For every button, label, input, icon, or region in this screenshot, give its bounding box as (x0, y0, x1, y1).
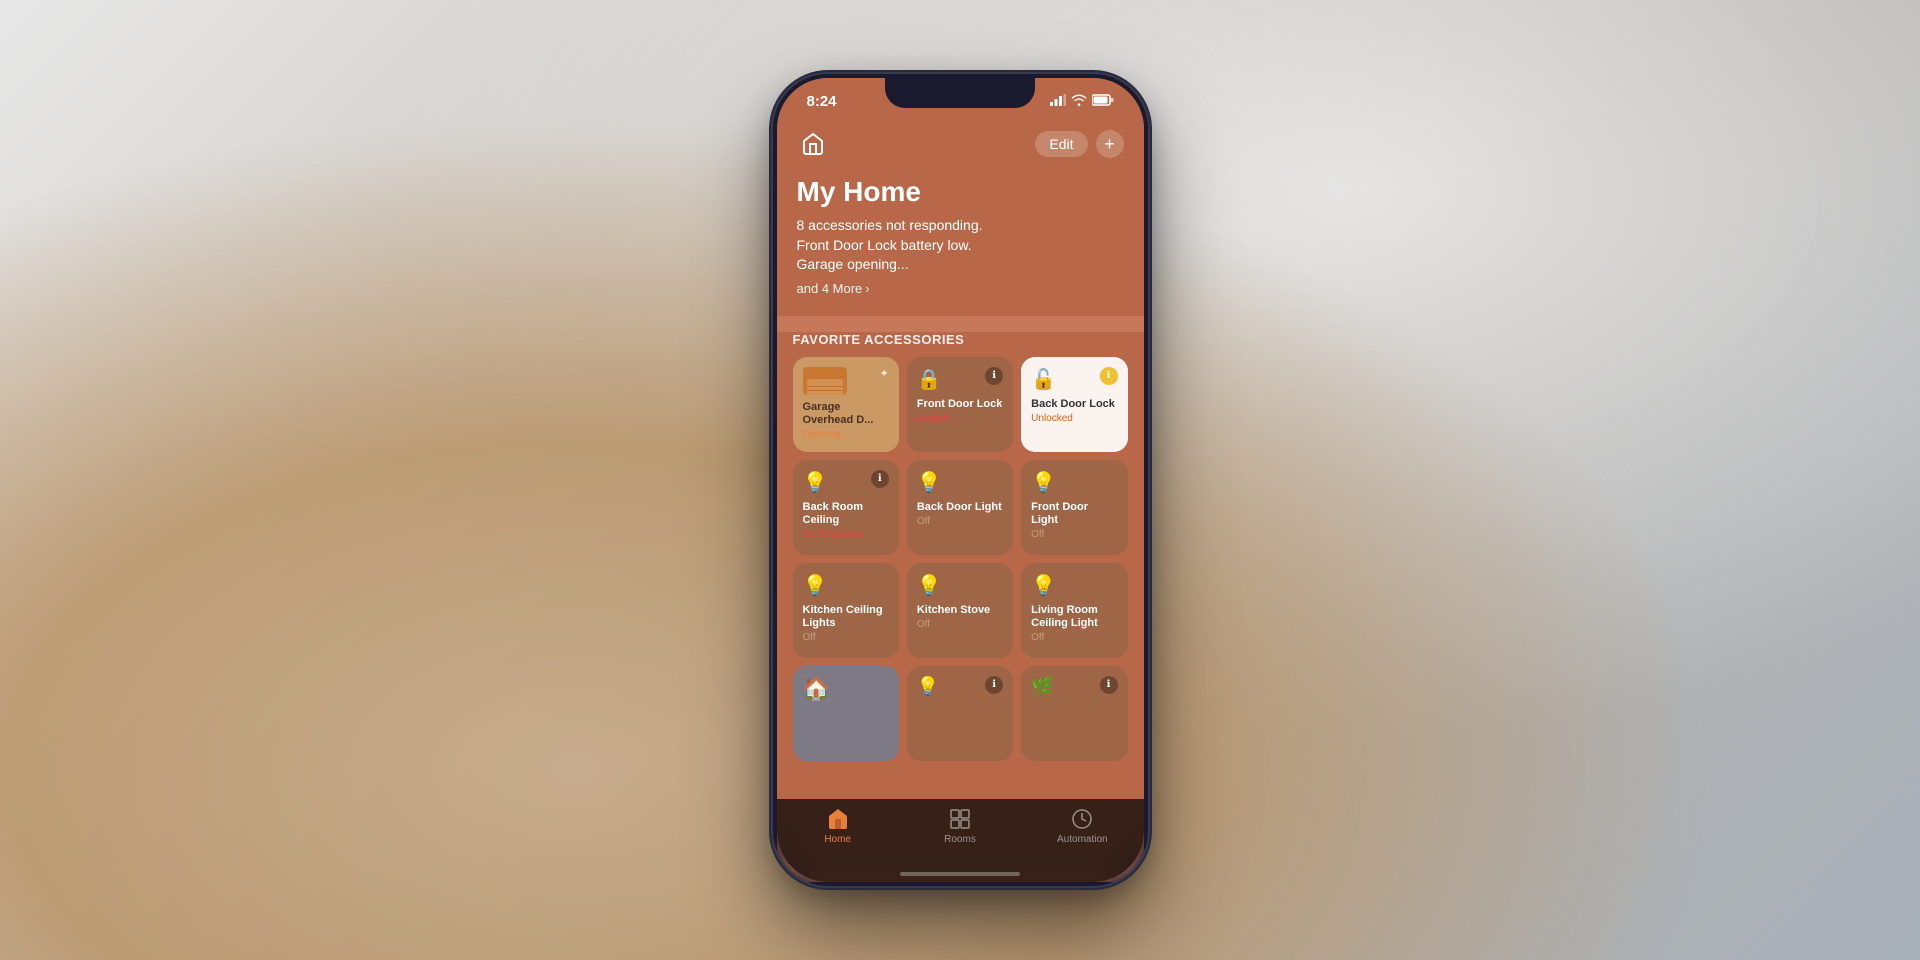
main-content: Favorite Accessories ✦ Gar (777, 332, 1144, 871)
tile-back-door-light[interactable]: 💡 Back Door Light Off (907, 460, 1013, 555)
accessories-row-4-partial: 🏠 💡 ℹ 🌿 ℹ (793, 666, 1128, 761)
tile-back-door-lock[interactable]: 🔓 ℹ Back Door Lock Unlocked (1021, 357, 1127, 452)
tile-kitchen-stove[interactable]: 💡 Kitchen Stove Off (907, 563, 1013, 658)
status-time: 8:24 (807, 93, 837, 110)
phone-screen: 8:24 (777, 78, 1144, 882)
alert-text: 8 accessories not responding. Front Door… (797, 216, 1124, 275)
notch (885, 78, 1035, 108)
scroll-content: Edit + My Home 8 accessories not respond… (777, 78, 1144, 882)
tab-rooms[interactable]: Rooms (899, 807, 1021, 845)
tile-front-door-lock-name: Front Door Lock (917, 398, 1003, 411)
tile-front-door-lock[interactable]: 🔒 ℹ Front Door Lock Locked (907, 357, 1013, 452)
alert-line-3: Garage opening... (797, 255, 1124, 275)
tile-partial-2[interactable]: 💡 ℹ (907, 666, 1013, 761)
tile-back-room-ceiling[interactable]: 💡 ℹ Back Room Ceiling No Response (793, 460, 899, 555)
accessories-row-3: 💡 Kitchen Ceiling Lights Off 💡 Kitchen S… (793, 563, 1128, 658)
tab-rooms-label: Rooms (944, 834, 976, 845)
home-icon-button[interactable] (797, 128, 829, 160)
tile-partial-1[interactable]: 🏠 (793, 666, 899, 761)
tab-home-icon (826, 807, 850, 831)
tile-kitchen-ceiling-name: Kitchen Ceiling Lights (803, 604, 889, 630)
tile-partial-3-badge: ℹ (1100, 676, 1118, 694)
battery-icon (1092, 94, 1114, 109)
tile-garage[interactable]: ✦ Garage Overhead D... Opening... (793, 357, 899, 452)
status-icons (1050, 94, 1114, 109)
tab-rooms-icon (948, 807, 972, 831)
tile-back-room-status: No Response (803, 529, 889, 540)
tile-front-door-light-status: Off (1031, 529, 1117, 540)
add-button[interactable]: + (1096, 130, 1124, 158)
tile-kitchen-stove-status: Off (917, 619, 1003, 630)
section-title-favorites: Favorite Accessories (793, 332, 1128, 347)
tile-living-room-ceiling[interactable]: 💡 Living Room Ceiling Light Off (1021, 563, 1127, 658)
tile-garage-status: Opening... (803, 429, 889, 440)
tile-back-door-lock-badge: ℹ (1100, 367, 1118, 385)
tile-garage-name: Garage Overhead D... (803, 401, 889, 427)
tile-kitchen-ceiling-status: Off (803, 632, 889, 643)
tile-partial-2-badge: ℹ (985, 676, 1003, 694)
tab-automation-icon (1070, 807, 1094, 831)
tile-front-door-light[interactable]: 💡 Front Door Light Off (1021, 460, 1127, 555)
tile-living-room-ceiling-status: Off (1031, 632, 1117, 643)
tile-partial-3[interactable]: 🌿 ℹ (1021, 666, 1127, 761)
header-actions: Edit + (1035, 130, 1123, 158)
tile-front-door-light-name: Front Door Light (1031, 501, 1117, 527)
header-top: Edit + (797, 128, 1124, 160)
accessories-row-1: ✦ Garage Overhead D... Opening... 🔒 ℹ Fr… (793, 357, 1128, 452)
tile-back-door-light-name: Back Door Light (917, 501, 1003, 514)
alert-line-2: Front Door Lock battery low. (797, 236, 1124, 256)
alert-line-1: 8 accessories not responding. (797, 216, 1124, 236)
tab-home-label: Home (824, 834, 851, 845)
tab-automation-label: Automation (1057, 834, 1108, 845)
edit-button[interactable]: Edit (1035, 131, 1087, 157)
page-title: My Home (797, 176, 1124, 208)
tile-back-room-badge: ℹ (871, 470, 889, 488)
tile-kitchen-ceiling[interactable]: 💡 Kitchen Ceiling Lights Off (793, 563, 899, 658)
more-link[interactable]: and 4 More › (797, 281, 1124, 296)
tile-front-door-lock-status: Locked (917, 413, 1003, 424)
tile-living-room-ceiling-name: Living Room Ceiling Light (1031, 604, 1117, 630)
tile-back-door-light-status: Off (917, 516, 1003, 527)
home-indicator (900, 872, 1020, 876)
wifi-icon (1071, 94, 1087, 109)
tile-kitchen-stove-name: Kitchen Stove (917, 604, 1003, 617)
tab-bar: Home Rooms Automation (777, 799, 1144, 882)
tile-back-room-name: Back Room Ceiling (803, 501, 889, 527)
tab-automation[interactable]: Automation (1021, 807, 1143, 845)
signal-icon (1050, 94, 1066, 109)
tile-front-door-lock-badge: ℹ (985, 367, 1003, 385)
tile-back-door-lock-status: Unlocked (1031, 413, 1117, 424)
phone-shell: 8:24 (773, 74, 1148, 886)
tile-back-door-lock-name: Back Door Lock (1031, 398, 1117, 411)
tab-home[interactable]: Home (777, 807, 899, 845)
accessories-row-2: 💡 ℹ Back Room Ceiling No Response 💡 Back… (793, 460, 1128, 555)
